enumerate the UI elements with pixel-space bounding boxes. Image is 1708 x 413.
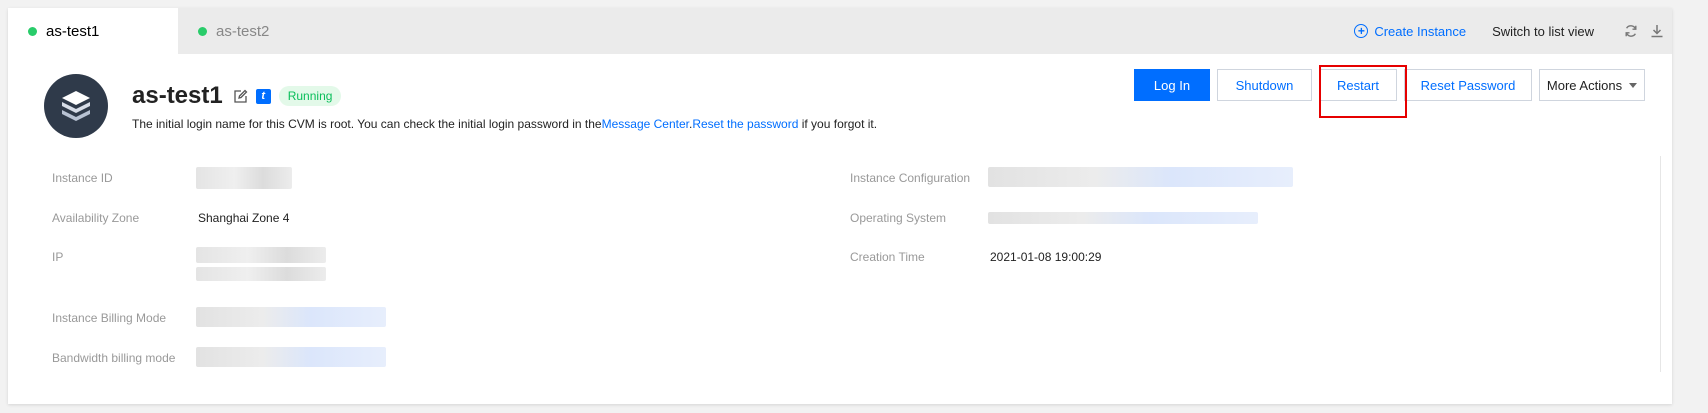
switch-list-view-link[interactable]: Switch to list view	[1492, 24, 1594, 39]
plus-circle-icon: +	[1354, 24, 1369, 38]
bandwidth-mode-value-redacted	[196, 347, 386, 367]
tab-label: as-test2	[216, 22, 270, 40]
action-buttons: Log In Shutdown Restart Reset Password M…	[1134, 69, 1645, 101]
tab-label: as-test1	[46, 22, 100, 40]
reset-password-link[interactable]: Reset the password	[692, 117, 798, 131]
tab-as-test2[interactable]: as-test2	[198, 8, 269, 54]
download-icon[interactable]	[1650, 24, 1664, 38]
status-badge: Running	[278, 86, 342, 106]
instance-id-label: Instance ID	[52, 171, 113, 185]
cube-stack-icon	[62, 91, 90, 121]
availability-zone-label: Availability Zone	[52, 211, 140, 225]
status-dot-icon	[28, 26, 37, 36]
ip-label: IP	[52, 250, 64, 264]
creation-time-value: 2021-01-08 19:00:29	[990, 250, 1102, 264]
ip-value-redacted	[196, 247, 326, 263]
message-center-link[interactable]: Message Center	[602, 117, 689, 131]
tencent-t-icon: t	[255, 88, 271, 104]
tab-bar: as-test1 as-test2 + Create Instance Swit…	[8, 8, 1672, 54]
right-divider	[1660, 156, 1661, 372]
instance-config-label: Instance Configuration	[850, 171, 971, 185]
ip-value-redacted-2	[196, 267, 326, 281]
more-actions-label: More Actions	[1546, 77, 1623, 93]
caret-down-icon	[1629, 82, 1638, 88]
reset-password-button[interactable]: Reset Password	[1404, 69, 1532, 101]
os-label: Operating System	[850, 211, 947, 225]
instance-title-row: as-test1 t Running	[132, 82, 342, 110]
instance-card: as-test1 as-test2 + Create Instance Swit…	[8, 8, 1672, 404]
tab-tools: + Create Instance Switch to list view	[1354, 8, 1664, 54]
hint-text: The initial login name for this CVM is r…	[132, 117, 602, 131]
login-hint: The initial login name for this CVM is r…	[132, 117, 877, 131]
status-dot-icon	[198, 26, 207, 36]
create-instance-link[interactable]: + Create Instance	[1354, 24, 1466, 39]
refresh-icon[interactable]	[1624, 24, 1638, 38]
tab-as-test1[interactable]: as-test1	[8, 8, 178, 54]
login-button[interactable]: Log In	[1134, 69, 1210, 101]
restart-button[interactable]: Restart	[1319, 69, 1397, 101]
bandwidth-mode-label: Bandwidth billing mode	[52, 351, 176, 365]
billing-mode-label: Instance Billing Mode	[52, 311, 167, 325]
page: as-test1 as-test2 + Create Instance Swit…	[0, 0, 1708, 413]
hint-suffix: if you forgot it.	[798, 117, 878, 131]
billing-mode-value-redacted	[196, 307, 386, 327]
availability-zone-value: Shanghai Zone 4	[198, 211, 290, 225]
more-actions-button[interactable]: More Actions	[1539, 69, 1645, 101]
create-instance-label: Create Instance	[1374, 23, 1467, 39]
instance-name: as-test1	[132, 82, 223, 109]
shutdown-button[interactable]: Shutdown	[1217, 69, 1312, 101]
instance-config-value-redacted	[988, 167, 1293, 187]
instance-id-value-redacted	[196, 167, 292, 189]
instance-avatar	[44, 74, 108, 138]
os-value-redacted	[988, 212, 1258, 224]
edit-icon[interactable]	[233, 89, 248, 104]
creation-time-label: Creation Time	[850, 250, 925, 264]
